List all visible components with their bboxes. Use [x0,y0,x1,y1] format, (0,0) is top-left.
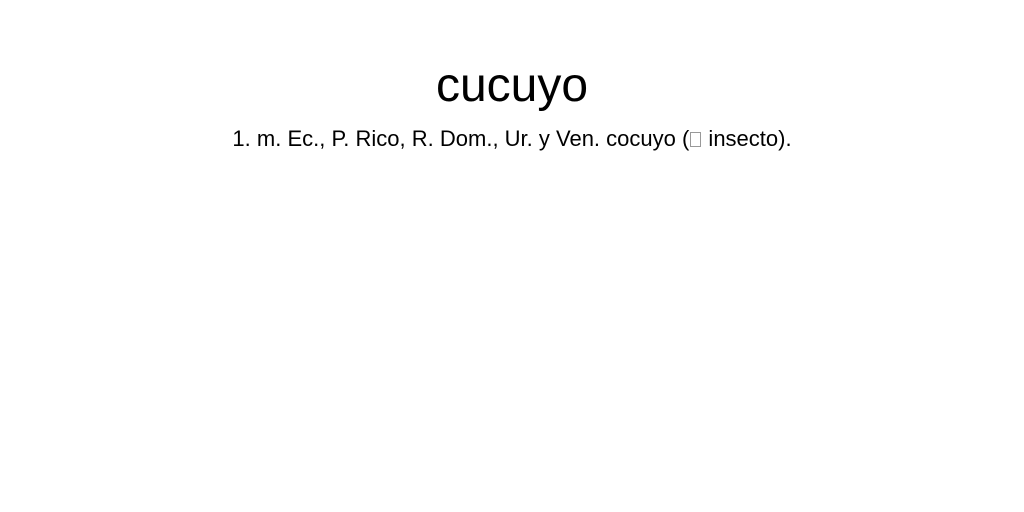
dictionary-entry-page: cucuyo 1. m. Ec., P. Rico, R. Dom., Ur. … [0,0,1024,512]
definition-text-end: insecto). [702,126,792,151]
definition-line: 1. m. Ec., P. Rico, R. Dom., Ur. y Ven. … [0,125,1024,153]
missing-glyph-icon [690,132,702,147]
headword: cucuyo [435,59,589,112]
definition-text-start: m. Ec., P. Rico, R. Dom., Ur. y Ven. coc… [256,126,690,151]
sense-number: 1. [232,126,251,151]
